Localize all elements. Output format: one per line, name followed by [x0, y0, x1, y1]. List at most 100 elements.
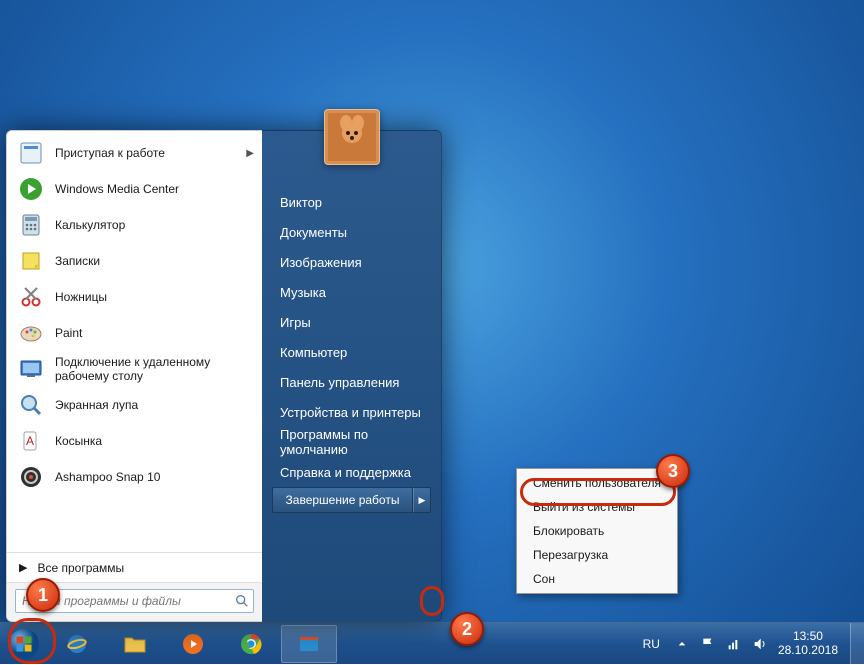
shutdown-options-arrow[interactable]: ▶: [413, 487, 431, 513]
start-menu-item[interactable]: A Косынка: [7, 423, 262, 459]
clock-date: 28.10.2018: [778, 644, 838, 657]
start-menu-right-link[interactable]: Панель управления: [272, 367, 431, 397]
start-menu-right-pane: Виктор Документы Изображения Музыка Игры Комп…: [262, 130, 442, 622]
start-menu-program-list: Приступая к работе ▶ Windows Media Center К…: [7, 131, 262, 552]
submenu-item-label: Выйти из системы: [533, 500, 635, 514]
shutdown-submenu-item[interactable]: Блокировать: [519, 519, 675, 543]
all-programs-label: Все программы: [37, 561, 124, 575]
shutdown-submenu-item[interactable]: Сменить пользователя: [519, 471, 675, 495]
submenu-item-label: Сменить пользователя: [533, 476, 661, 490]
taskbar-running-ashampoo[interactable]: [281, 625, 337, 663]
start-menu-right-link[interactable]: Устройства и принтеры: [272, 397, 431, 427]
taskbar-pinned-chrome[interactable]: [223, 625, 279, 663]
annotation-callout-2: 2: [450, 612, 484, 646]
windows-orb-icon: [6, 626, 42, 662]
calc-icon: [17, 211, 45, 239]
wmc-icon: [17, 175, 45, 203]
right-link-label: Программы по умолчанию: [280, 427, 423, 457]
annotation-callout-1: 1: [26, 578, 60, 612]
network-icon[interactable]: [726, 636, 742, 652]
annotation-callout-3: 3: [656, 454, 690, 488]
start-menu-item-label: Экранная лупа: [55, 398, 138, 412]
start-menu-right-link[interactable]: Справка и поддержка: [272, 457, 431, 487]
clock-time: 13:50: [778, 630, 838, 643]
right-link-label: Документы: [280, 225, 347, 240]
start-menu-item-label: Подключение к удаленному рабочему столу: [55, 355, 252, 383]
start-menu-item-label: Приступая к работе: [55, 146, 165, 160]
shutdown-row: Завершение работы ▶: [272, 487, 431, 513]
submenu-item-label: Сон: [533, 572, 555, 586]
taskbar: RU 13:50 28.10.2018: [0, 622, 864, 664]
language-indicator[interactable]: RU: [639, 637, 664, 651]
search-icon: [234, 593, 250, 609]
right-link-label: Справка и поддержка: [280, 465, 411, 480]
start-menu-item-label: Windows Media Center: [55, 182, 179, 196]
start-menu-item[interactable]: Записки: [7, 243, 262, 279]
start-menu-item[interactable]: Ножницы: [7, 279, 262, 315]
start-menu-item-label: Ashampoo Snap 10: [55, 470, 160, 484]
clock[interactable]: 13:50 28.10.2018: [778, 630, 838, 656]
start-menu-item[interactable]: Калькулятор: [7, 207, 262, 243]
shutdown-submenu-item[interactable]: Перезагрузка: [519, 543, 675, 567]
right-link-label: Игры: [280, 315, 311, 330]
solitaire-icon: A: [17, 427, 45, 455]
taskbar-pinned-wmp[interactable]: [165, 625, 221, 663]
right-link-label: Панель управления: [280, 375, 399, 390]
chrome-icon: [239, 632, 263, 656]
start-menu-right-link[interactable]: Изображения: [272, 247, 431, 277]
start-menu-right-link[interactable]: Компьютер: [272, 337, 431, 367]
shutdown-button[interactable]: Завершение работы: [272, 487, 413, 513]
triangle-right-icon: ▶: [19, 561, 27, 574]
right-link-label: Виктор: [280, 195, 322, 210]
user-picture-icon: [328, 113, 376, 161]
start-menu-item-label: Paint: [55, 326, 82, 340]
start-menu-item-label: Ножницы: [55, 290, 107, 304]
magnifier-icon: [17, 391, 45, 419]
start-button[interactable]: [0, 623, 48, 665]
start-menu-item[interactable]: Экранная лупа: [7, 387, 262, 423]
start-menu-left-pane: Приступая к работе ▶ Windows Media Center К…: [6, 130, 262, 622]
user-avatar[interactable]: [324, 109, 380, 165]
start-menu-right-link[interactable]: Документы: [272, 217, 431, 247]
getting-started-icon: [17, 139, 45, 167]
tray-chevron-up-icon[interactable]: [674, 636, 690, 652]
ashampoo-icon: [17, 463, 45, 491]
start-menu-item-label: Калькулятор: [55, 218, 125, 232]
paint-icon: [17, 319, 45, 347]
start-menu-item[interactable]: Windows Media Center: [7, 171, 262, 207]
system-tray: RU 13:50 28.10.2018: [627, 630, 850, 656]
right-link-label: Изображения: [280, 255, 362, 270]
start-menu-item-label: Косынка: [55, 434, 102, 448]
sticky-icon: [17, 247, 45, 275]
flag-icon[interactable]: [700, 636, 716, 652]
taskbar-pinned-ie[interactable]: [49, 625, 105, 663]
rdp-icon: [17, 355, 45, 383]
submenu-item-label: Перезагрузка: [533, 548, 608, 562]
shutdown-submenu-item[interactable]: Выйти из системы: [519, 495, 675, 519]
submenu-arrow-icon: ▶: [246, 148, 254, 159]
shutdown-submenu-item[interactable]: Сон: [519, 567, 675, 591]
submenu-item-label: Блокировать: [533, 524, 604, 538]
show-desktop-button[interactable]: [850, 623, 864, 665]
desktop: Приступая к работе ▶ Windows Media Center К…: [0, 0, 864, 664]
ashampoo-snap-icon: [297, 632, 321, 656]
right-link-label: Компьютер: [280, 345, 347, 360]
start-menu-right-link[interactable]: Виктор: [272, 187, 431, 217]
start-menu-item[interactable]: Paint: [7, 315, 262, 351]
start-menu-right-link[interactable]: Программы по умолчанию: [272, 427, 431, 457]
shutdown-submenu: Сменить пользователя Выйти из системы Блок…: [516, 468, 678, 594]
start-menu-item[interactable]: Подключение к удаленному рабочему столу: [7, 351, 262, 387]
start-menu-item-label: Записки: [55, 254, 100, 268]
start-menu-right-link[interactable]: Игры: [272, 307, 431, 337]
taskbar-pinned-explorer[interactable]: [107, 625, 163, 663]
right-link-label: Устройства и принтеры: [280, 405, 421, 420]
volume-icon[interactable]: [752, 636, 768, 652]
right-link-label: Музыка: [280, 285, 326, 300]
start-menu-right-link[interactable]: Музыка: [272, 277, 431, 307]
start-menu-item[interactable]: Ashampoo Snap 10: [7, 459, 262, 495]
media-player-icon: [181, 632, 205, 656]
start-menu-item[interactable]: Приступая к работе ▶: [7, 135, 262, 171]
triangle-right-icon: ▶: [419, 495, 426, 506]
start-menu: Приступая к работе ▶ Windows Media Center К…: [6, 130, 442, 622]
folder-icon: [123, 632, 147, 656]
